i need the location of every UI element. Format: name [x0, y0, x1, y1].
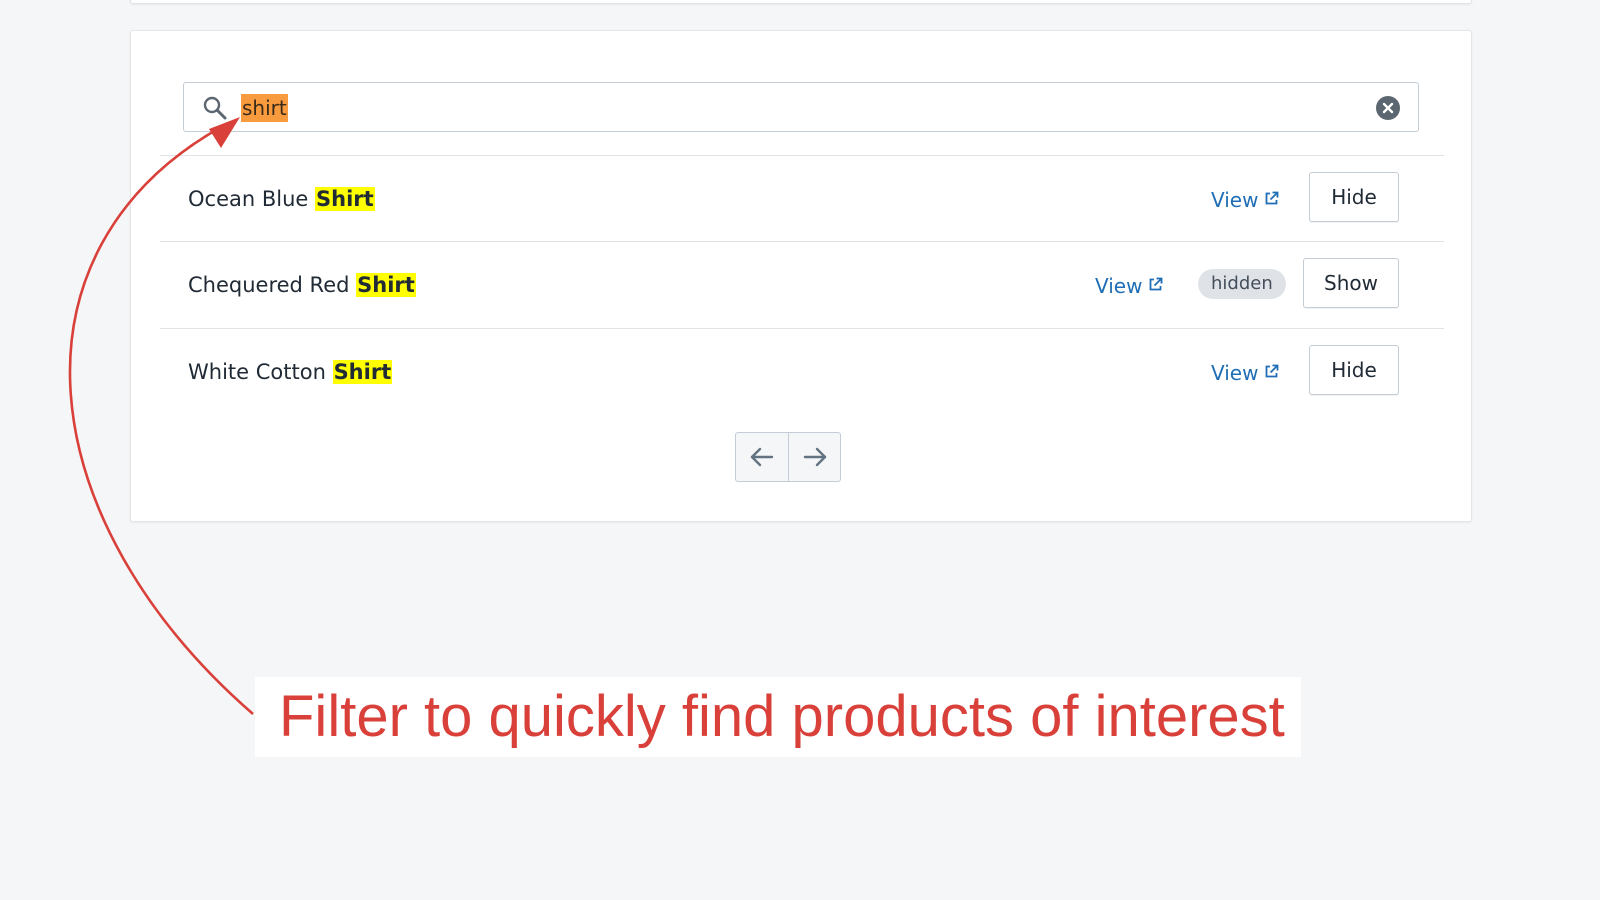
- next-page-button[interactable]: [789, 433, 841, 481]
- status-badge: hidden: [1198, 269, 1286, 299]
- view-link[interactable]: View: [1095, 273, 1163, 299]
- product-list-card: shirt Ocean Blue Shirt View Hide Chequer…: [130, 30, 1472, 522]
- external-link-icon: [1264, 186, 1279, 212]
- annotation-callout: Filter to quickly find products of inter…: [255, 677, 1301, 757]
- match-highlight: Shirt: [315, 187, 375, 211]
- annotation-text: Filter to quickly find products of inter…: [279, 684, 1285, 749]
- match-highlight: Shirt: [356, 273, 416, 297]
- search-field[interactable]: shirt: [183, 82, 1419, 132]
- product-name: Ocean Blue Shirt: [188, 187, 375, 211]
- match-highlight: Shirt: [332, 360, 393, 384]
- list-item: Ocean Blue Shirt View Hide: [160, 156, 1444, 242]
- previous-page-button[interactable]: [736, 433, 788, 481]
- external-link-icon: [1148, 272, 1163, 298]
- clear-search-icon[interactable]: [1376, 96, 1400, 120]
- external-link-icon: [1264, 359, 1279, 385]
- previous-card: [130, 0, 1472, 4]
- pagination: [735, 432, 841, 482]
- show-button[interactable]: Show: [1303, 258, 1399, 308]
- product-name: Chequered Red Shirt: [188, 273, 416, 297]
- list-item: Chequered Red Shirt View hidden Show: [160, 242, 1444, 328]
- hide-button[interactable]: Hide: [1309, 172, 1399, 222]
- list-item: White Cotton Shirt View Hide: [160, 329, 1444, 415]
- view-link[interactable]: View: [1211, 187, 1279, 213]
- hide-button[interactable]: Hide: [1309, 345, 1399, 395]
- product-name: White Cotton Shirt: [188, 360, 393, 384]
- search-icon: [202, 95, 228, 121]
- page: shirt Ocean Blue Shirt View Hide Chequer…: [0, 0, 1600, 900]
- view-link[interactable]: View: [1211, 360, 1279, 386]
- search-input-value[interactable]: shirt: [241, 94, 288, 122]
